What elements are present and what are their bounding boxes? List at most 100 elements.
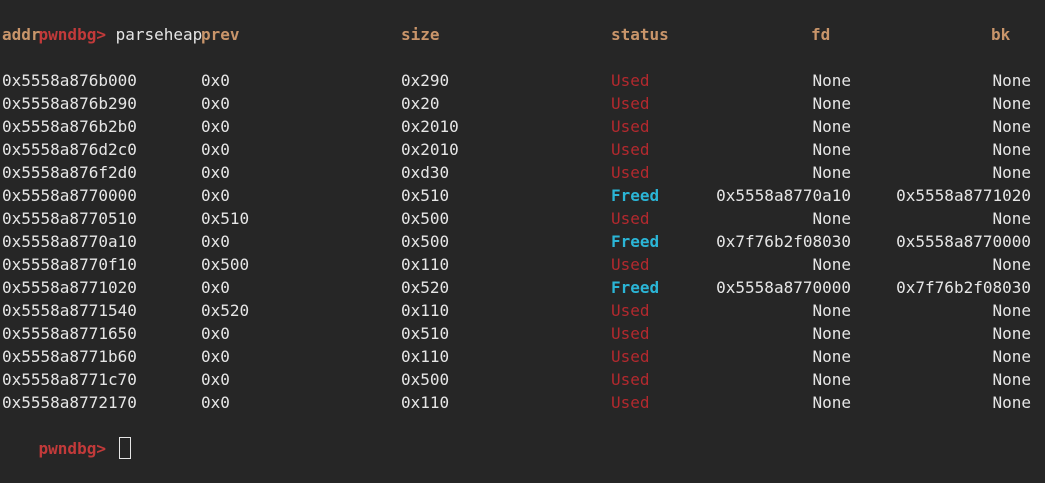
prev-cell: 0x0 [201, 347, 230, 366]
table-row: 0x5558a8772170 0x0 0x110 Used None None [0, 391, 1045, 414]
prev-cell: 0x500 [201, 255, 250, 274]
addr-cell: 0x5558a876b290 [2, 94, 137, 113]
bk-cell: None [992, 163, 1031, 182]
header-size: size [401, 25, 440, 44]
prev-cell: 0x520 [201, 301, 250, 320]
table-row: 0x5558a8771c70 0x0 0x500 Used None None [0, 368, 1045, 391]
fd-cell: None [812, 347, 851, 366]
fd-cell: None [812, 301, 851, 320]
prev-cell: 0x0 [201, 117, 230, 136]
fd-cell: None [812, 71, 851, 90]
table-row: 0x5558a8770000 0x0 0x510 Freed 0x5558a8770a1… [0, 184, 1045, 207]
table-row: 0x5558a8770f10 0x500 0x110 Used None None [0, 253, 1045, 276]
input-line[interactable]: pwndbg> [0, 414, 1045, 459]
size-cell: 0xd30 [401, 163, 450, 182]
bk-cell: None [992, 255, 1031, 274]
prev-cell: 0x0 [201, 163, 230, 182]
table-row: 0x5558a8770510 0x510 0x500 Used None None [0, 207, 1045, 230]
table-row: 0x5558a876b2b0 0x0 0x2010 Used None None [0, 115, 1045, 138]
table-row: 0x5558a8771650 0x0 0x510 Used None None [0, 322, 1045, 345]
bk-cell: None [992, 370, 1031, 389]
size-cell: 0x2010 [401, 140, 459, 159]
fd-cell: None [812, 393, 851, 412]
addr-cell: 0x5558a876d2c0 [2, 140, 137, 159]
table-row: 0x5558a876b000 0x0 0x290 Used None None [0, 69, 1045, 92]
fd-cell: 0x5558a8770a10 [716, 186, 851, 205]
status-cell: Used [611, 324, 650, 343]
status-cell: Freed [611, 232, 660, 251]
size-cell: 0x510 [401, 324, 450, 343]
prompt-label: pwndbg> [38, 439, 106, 458]
bk-cell: None [992, 140, 1031, 159]
status-cell: Freed [611, 186, 660, 205]
bk-cell: None [992, 393, 1031, 412]
addr-cell: 0x5558a8772170 [2, 393, 137, 412]
fd-cell: None [812, 117, 851, 136]
size-cell: 0x110 [401, 347, 450, 366]
fd-cell: None [812, 324, 851, 343]
status-cell: Used [611, 117, 650, 136]
size-cell: 0x290 [401, 71, 450, 90]
addr-cell: 0x5558a8771020 [2, 278, 137, 297]
bk-cell: 0x5558a8771020 [896, 186, 1031, 205]
status-cell: Used [611, 393, 650, 412]
size-cell: 0x2010 [401, 117, 459, 136]
status-cell: Used [611, 209, 650, 228]
addr-cell: 0x5558a8771b60 [2, 347, 137, 366]
addr-cell: 0x5558a876b2b0 [2, 117, 137, 136]
table-row: 0x5558a8771020 0x0 0x520 Freed 0x5558a877000… [0, 276, 1045, 299]
status-cell: Used [611, 140, 650, 159]
addr-cell: 0x5558a876b000 [2, 71, 137, 90]
status-cell: Used [611, 347, 650, 366]
bk-cell: None [992, 209, 1031, 228]
status-cell: Used [611, 94, 650, 113]
prev-cell: 0x0 [201, 393, 230, 412]
size-cell: 0x500 [401, 370, 450, 389]
prev-cell: 0x0 [201, 278, 230, 297]
bk-cell: None [992, 94, 1031, 113]
table-row: 0x5558a876d2c0 0x0 0x2010 Used None None [0, 138, 1045, 161]
addr-cell: 0x5558a8770000 [2, 186, 137, 205]
addr-cell: 0x5558a8770510 [2, 209, 137, 228]
size-cell: 0x500 [401, 209, 450, 228]
table-row: 0x5558a8770a10 0x0 0x500 Freed 0x7f76b2f0803… [0, 230, 1045, 253]
header-status: status [611, 25, 669, 44]
bk-cell: None [992, 324, 1031, 343]
header-bk: bk [991, 25, 1011, 44]
bk-cell: None [992, 71, 1031, 90]
addr-cell: 0x5558a876f2d0 [2, 163, 137, 182]
addr-cell: 0x5558a8771540 [2, 301, 137, 320]
bk-cell: None [992, 301, 1031, 320]
prev-cell: 0x0 [201, 94, 230, 113]
status-cell: Used [611, 71, 650, 90]
table-header: addr prev size status fd bk [0, 23, 1045, 46]
header-fd: fd [811, 25, 831, 44]
fd-cell: None [812, 209, 851, 228]
fd-cell: 0x5558a8770000 [716, 278, 851, 297]
fd-cell: None [812, 255, 851, 274]
prev-cell: 0x0 [201, 232, 230, 251]
size-cell: 0x510 [401, 186, 450, 205]
header-prev: prev [201, 25, 240, 44]
bk-cell: 0x7f76b2f08030 [896, 278, 1031, 297]
fd-cell: None [812, 94, 851, 113]
table-row: 0x5558a876b290 0x0 0x20 Used None None [0, 92, 1045, 115]
table-row: 0x5558a8771540 0x520 0x110 Used None None [0, 299, 1045, 322]
size-cell: 0x110 [401, 393, 450, 412]
addr-cell: 0x5558a8771650 [2, 324, 137, 343]
bk-cell: None [992, 347, 1031, 366]
size-cell: 0x110 [401, 301, 450, 320]
bk-cell: 0x5558a8770000 [896, 232, 1031, 251]
fd-cell: 0x7f76b2f08030 [716, 232, 851, 251]
size-cell: 0x20 [401, 94, 440, 113]
prev-cell: 0x0 [201, 186, 230, 205]
fd-cell: None [812, 140, 851, 159]
status-cell: Freed [611, 278, 660, 297]
bk-cell: None [992, 117, 1031, 136]
prev-cell: 0x0 [201, 71, 230, 90]
prev-cell: 0x0 [201, 324, 230, 343]
prev-cell: 0x0 [201, 140, 230, 159]
size-cell: 0x500 [401, 232, 450, 251]
prev-cell: 0x510 [201, 209, 250, 228]
terminal-window[interactable]: pwndbg> parseheap addr prev size status … [0, 0, 1045, 459]
